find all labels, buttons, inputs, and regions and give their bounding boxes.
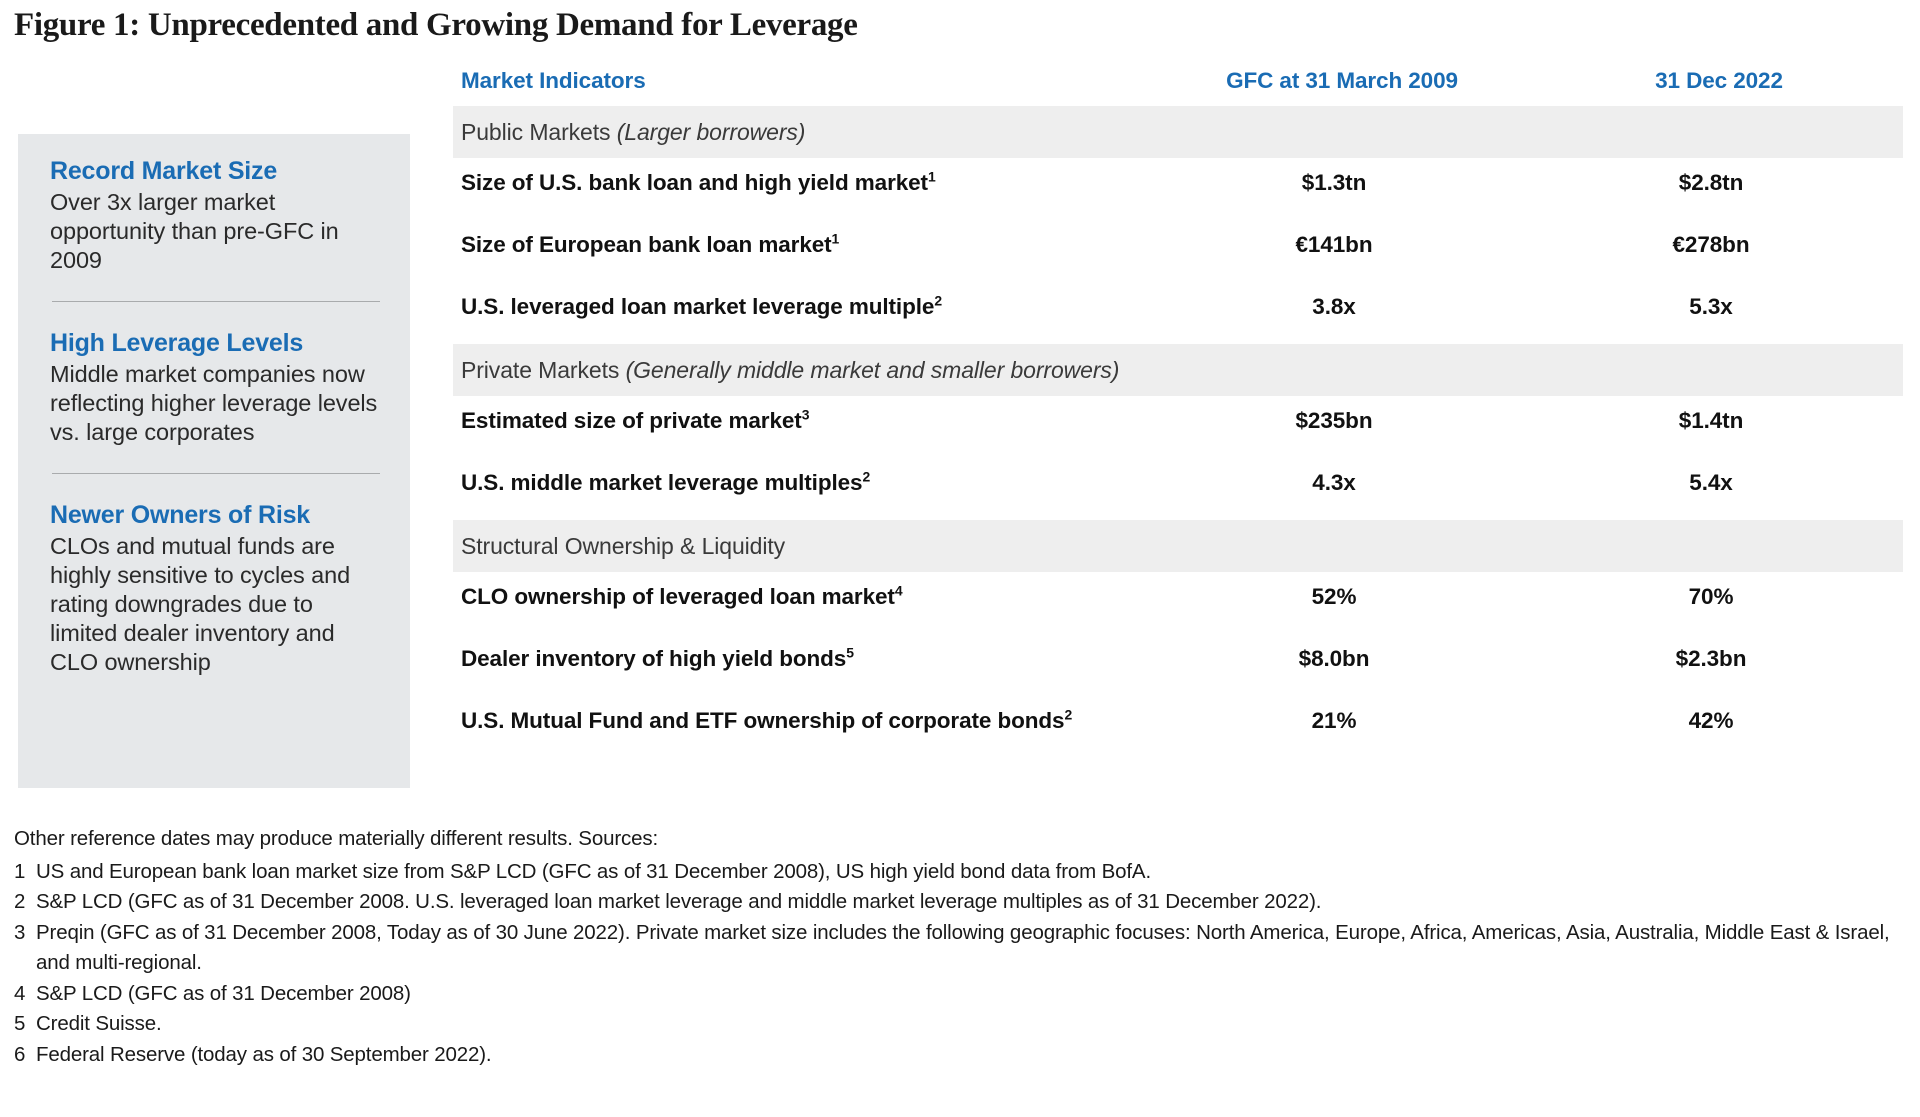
value-today: 5.4x <box>1689 470 1733 495</box>
table-row: Estimated size of private market3 $235bn $… <box>453 396 1903 446</box>
value-today: 5.3x <box>1689 294 1733 319</box>
row-label: Size of U.S. bank loan and high yield ma… <box>461 168 936 195</box>
row-label: Estimated size of private market3 <box>461 406 810 433</box>
footnote-marker: 1 <box>927 168 936 185</box>
sidebar-divider <box>52 473 380 474</box>
footnote-lead-text: Other reference dates may produce materi… <box>14 827 658 850</box>
value-gfc: $235bn <box>1295 408 1373 433</box>
table-row: U.S. leveraged loan market leverage mult… <box>453 282 1903 332</box>
row-spacer <box>453 684 1903 696</box>
footnote-list: 1 US and European bank loan market size f… <box>14 857 1914 1071</box>
footnote-text: S&P LCD (GFC as of 31 December 2008. U.S… <box>36 890 1322 913</box>
market-indicators-table: Market Indicators GFC at 31 March 2009 3… <box>453 68 1903 758</box>
row-spacer <box>453 208 1903 220</box>
value-today: $2.8tn <box>1678 170 1744 195</box>
footnote-number: 1 <box>14 859 26 883</box>
footnote-text: Credit Suisse. <box>36 1012 162 1035</box>
highlight-block: Record Market Size Over 3x larger market… <box>50 156 382 275</box>
row-label: U.S. leveraged loan market leverage mult… <box>461 292 942 319</box>
row-spacer <box>453 746 1903 758</box>
value-today: 70% <box>1688 584 1734 609</box>
row-label: Private Markets (Generally middle market… <box>461 356 1120 383</box>
footnote-lead: Other reference dates may produce materi… <box>14 824 1914 855</box>
value-gfc: €141bn <box>1295 232 1373 257</box>
highlight-heading: Newer Owners of Risk <box>50 501 310 529</box>
footnote-text: S&P LCD (GFC as of 31 December 2008) <box>36 981 411 1005</box>
value-gfc: 21% <box>1311 708 1357 733</box>
value-today: 42% <box>1688 708 1734 733</box>
highlight-block: Newer Owners of Risk CLOs and mutual fun… <box>50 500 382 677</box>
footnote-number: 4 <box>14 981 26 1005</box>
row-label: Structural Ownership & Liquidity <box>461 532 786 559</box>
page-title: Figure 1: Unprecedented and Growing Dema… <box>14 7 858 43</box>
highlight-heading: Record Market Size <box>50 157 278 185</box>
row-label: U.S. Mutual Fund and ETF ownership of co… <box>461 706 1073 733</box>
footnote-item: 6 Federal Reserve (today as of 30 Septemb… <box>14 1040 1914 1071</box>
footnote-marker: 4 <box>894 582 903 599</box>
footnote-marker: 2 <box>1064 706 1073 723</box>
table-row: Dealer inventory of high yield bonds5 $8.… <box>453 634 1903 684</box>
column-header-gfc: GFC at 31 March 2009 <box>1226 68 1458 93</box>
footnote-text: Federal Reserve (today as of 30 Septembe… <box>36 1042 492 1066</box>
row-spacer <box>453 622 1903 634</box>
footnote-number: 3 <box>14 920 26 944</box>
column-header-today: 31 Dec 2022 <box>1655 68 1783 93</box>
row-label: Dealer inventory of high yield bonds5 <box>461 644 854 671</box>
value-gfc: 52% <box>1311 584 1357 609</box>
table-section-row: Public Markets (Larger borrowers) <box>453 106 1903 158</box>
footnote-item: 2 S&P LCD (GFC as of 31 December 2008. U.… <box>14 887 1914 918</box>
table-section-row: Private Markets (Generally middle market… <box>453 344 1903 396</box>
row-spacer <box>453 508 1903 520</box>
footnote-number: 6 <box>14 1042 26 1066</box>
footnote-marker: 2 <box>862 468 871 485</box>
value-today: €278bn <box>1672 232 1750 257</box>
row-label: U.S. middle market leverage multiples2 <box>461 468 871 495</box>
footnote-marker: 5 <box>846 644 854 661</box>
value-today: $2.3bn <box>1675 646 1747 671</box>
footnote-text: Preqin (GFC as of 31 December 2008, Toda… <box>36 920 1890 975</box>
highlight-body: Middle market companies now reflecting h… <box>50 361 378 445</box>
table-row: U.S. Mutual Fund and ETF ownership of co… <box>453 696 1903 746</box>
value-gfc: 3.8x <box>1312 294 1356 319</box>
table-section-row: Structural Ownership & Liquidity <box>453 520 1903 572</box>
table-row: Size of U.S. bank loan and high yield ma… <box>453 158 1903 208</box>
highlight-block: High Leverage Levels Middle market compa… <box>50 328 382 447</box>
value-gfc: $8.0bn <box>1298 646 1370 671</box>
row-spacer <box>453 446 1903 458</box>
footnotes: Other reference dates may produce materi… <box>14 824 1914 1070</box>
footnote-item: 5 Credit Suisse. <box>14 1009 1914 1040</box>
row-label: Public Markets (Larger borrowers) <box>461 118 806 145</box>
value-gfc: $1.3tn <box>1301 170 1367 195</box>
highlights-sidebar: Record Market Size Over 3x larger market… <box>18 134 410 788</box>
row-label: CLO ownership of leveraged loan market4 <box>461 582 903 609</box>
highlight-heading: High Leverage Levels <box>50 329 304 357</box>
footnote-text: US and European bank loan market size fr… <box>36 859 1151 883</box>
table-body: Public Markets (Larger borrowers) Size of… <box>453 106 1903 758</box>
value-gfc: 4.3x <box>1312 470 1356 495</box>
row-label: Size of European bank loan market1 <box>461 230 840 257</box>
table-row: CLO ownership of leveraged loan market4 5… <box>453 572 1903 622</box>
footnote-marker: 1 <box>831 230 840 247</box>
column-header-indicator: Market Indicators <box>461 68 646 93</box>
sidebar-divider <box>52 301 380 302</box>
table-row: U.S. middle market leverage multiples2 4.… <box>453 458 1903 508</box>
footnote-marker: 2 <box>934 292 942 309</box>
footnote-item: 3 Preqin (GFC as of 31 December 2008, Tod… <box>14 918 1914 979</box>
footnote-number: 5 <box>14 1012 26 1035</box>
row-spacer <box>453 332 1903 344</box>
table-header-row: Market Indicators GFC at 31 March 2009 3… <box>453 68 1903 106</box>
table-row: Size of European bank loan market1 €141bn… <box>453 220 1903 270</box>
footnote-item: 1 US and European bank loan market size f… <box>14 857 1914 888</box>
row-spacer <box>453 270 1903 282</box>
footnote-marker: 3 <box>801 406 810 423</box>
highlight-body: CLOs and mutual funds are highly sensiti… <box>50 533 351 675</box>
footnote-number: 2 <box>14 890 26 913</box>
footnote-item: 4 S&P LCD (GFC as of 31 December 2008) <box>14 979 1914 1010</box>
value-today: $1.4tn <box>1678 408 1744 433</box>
highlight-body: Over 3x larger market opportunity than p… <box>50 189 339 273</box>
